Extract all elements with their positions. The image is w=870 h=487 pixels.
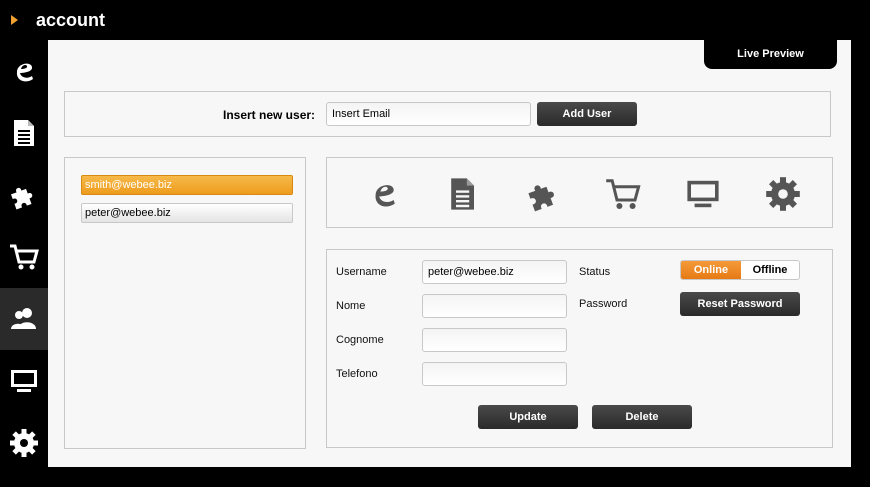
- module-permissions-panel: [326, 157, 833, 228]
- cognome-label: Cognome: [336, 334, 384, 346]
- username-label: Username: [336, 266, 387, 278]
- main-content: Insert new user: Insert Email Add User s…: [48, 40, 851, 467]
- sidebar-item-pages[interactable]: [0, 102, 48, 164]
- list-item[interactable]: smith@webee.biz: [81, 175, 293, 195]
- puzzle-icon: [11, 187, 33, 210]
- telefono-label: Telefono: [336, 368, 378, 380]
- sidebar-item-home[interactable]: [0, 40, 48, 102]
- cart-icon: [10, 244, 39, 270]
- cart-icon: [606, 179, 641, 209]
- document-icon: [451, 178, 474, 210]
- users-icon: [11, 308, 36, 329]
- delete-button[interactable]: Delete: [592, 405, 692, 429]
- module-pages[interactable]: [442, 174, 482, 214]
- user-details-panel: Username peter@webee.biz Nome Cognome Te…: [326, 249, 833, 448]
- add-user-button[interactable]: Add User: [537, 102, 637, 126]
- list-item[interactable]: peter@webee.biz: [81, 203, 293, 223]
- top-bar: account: [0, 0, 870, 40]
- telefono-field[interactable]: [422, 362, 567, 386]
- live-preview-tab[interactable]: Live Preview: [704, 38, 837, 69]
- sidebar-item-settings[interactable]: [0, 412, 48, 474]
- webee-logo-icon: [375, 185, 395, 207]
- sidebar-item-shop[interactable]: [0, 226, 48, 288]
- status-online-option[interactable]: Online: [681, 261, 741, 279]
- password-label: Password: [579, 298, 628, 310]
- gear-icon: [766, 177, 800, 211]
- gear-icon: [10, 429, 38, 457]
- module-shop[interactable]: [603, 174, 643, 214]
- email-input[interactable]: Insert Email: [326, 102, 531, 126]
- status-label: Status: [579, 266, 611, 278]
- sidebar-item-account[interactable]: [0, 288, 48, 350]
- sidebar-item-preview[interactable]: [0, 350, 48, 412]
- status-offline-option[interactable]: Offline: [741, 261, 799, 279]
- webee-logo-icon: [16, 63, 33, 82]
- sidebar-item-plugins[interactable]: [0, 164, 48, 226]
- monitor-icon: [11, 370, 37, 392]
- new-user-panel: Insert new user: Insert Email Add User: [64, 91, 831, 137]
- user-list-panel: smith@webee.biz peter@webee.biz: [64, 157, 306, 449]
- module-plugins[interactable]: [524, 174, 564, 214]
- module-settings[interactable]: [763, 174, 803, 214]
- username-field[interactable]: peter@webee.biz: [422, 260, 567, 284]
- reset-password-button[interactable]: Reset Password: [680, 292, 800, 316]
- puzzle-icon: [528, 185, 554, 212]
- nome-label: Nome: [336, 300, 366, 312]
- monitor-icon: [687, 180, 719, 208]
- sidebar: [0, 40, 48, 487]
- update-button[interactable]: Update: [478, 405, 578, 429]
- module-preview[interactable]: [683, 174, 723, 214]
- page-title: account: [36, 10, 106, 30]
- new-user-label: Insert new user:: [223, 108, 316, 122]
- document-icon: [14, 120, 34, 146]
- cognome-field[interactable]: [422, 328, 567, 352]
- status-toggle: Online Offline: [680, 260, 800, 280]
- module-webee[interactable]: [364, 174, 404, 214]
- nome-field[interactable]: [422, 294, 567, 318]
- expand-arrow-icon[interactable]: [11, 15, 18, 25]
